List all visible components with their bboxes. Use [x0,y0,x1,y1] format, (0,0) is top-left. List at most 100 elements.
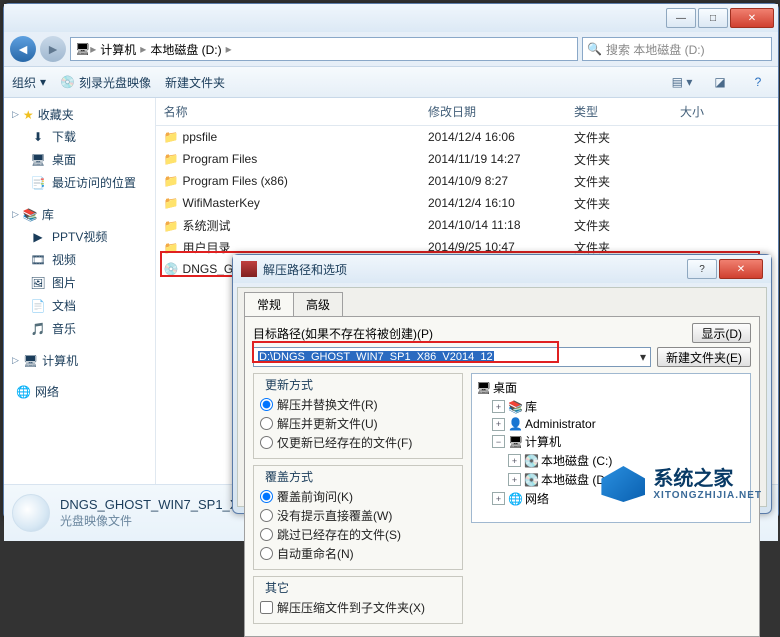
sidebar-computer[interactable]: ▷🖥计算机 [8,350,151,371]
sidebar-item[interactable]: 🖼图片 [8,271,151,294]
new-folder-button[interactable]: 新建文件夹(E) [657,347,751,367]
opt-ask-overwrite[interactable]: 覆盖前询问(K) [260,487,456,506]
preview-pane-button[interactable]: ◪ [708,71,732,93]
dest-path-label: 目标路径(如果不存在将被创建)(P) [253,325,684,342]
folder-icon: 📁 [164,130,179,144]
file-row[interactable]: 📁Program Files (x86)2014/10/9 8:27文件夹 [156,170,778,192]
folder-icon: 📁 [164,219,179,233]
sidebar-item[interactable]: 📑最近访问的位置 [8,171,151,194]
breadcrumb[interactable]: 计算机 [96,41,140,58]
folder-icon: 📁 [164,196,179,210]
computer-icon: 🖥 [23,354,38,368]
sidebar-item[interactable]: 🎞视频 [8,248,151,271]
opt-update-existing[interactable]: 仅更新已经存在的文件(F) [260,433,456,452]
view-button[interactable]: ▤ ▾ [670,71,694,93]
address-bar[interactable]: 🖥 ▸ 计算机 ▸ 本地磁盘 (D:) ▸ [70,37,578,61]
sidebar-item[interactable]: 🖥桌面 [8,148,151,171]
item-icon: 📑 [30,176,46,190]
help-button[interactable]: ? [746,71,770,93]
nav-bar: ◄ ► 🖥 ▸ 计算机 ▸ 本地磁盘 (D:) ▸ 🔍 搜索 本地磁盘 (D:) [4,32,778,66]
tab-advanced[interactable]: 高级 [293,292,343,316]
sidebar-item[interactable]: ▶PPTV视频 [8,225,151,248]
sidebar-favorites[interactable]: ▷★收藏夹 [8,104,151,125]
sidebar-libraries[interactable]: ▷📚库 [8,204,151,225]
update-mode-group: 更新方式 解压并替换文件(R) 解压并更新文件(U) 仅更新已经存在的文件(F) [253,373,463,459]
status-filetype: 光盘映像文件 [60,512,249,529]
forward-button[interactable]: ► [40,36,66,62]
group-legend: 其它 [262,579,292,596]
misc-group: 其它 解压压缩文件到子文件夹(X) [253,576,463,624]
search-icon: 🔍 [587,42,602,56]
status-filename: DNGS_GHOST_WIN7_SP1_X... [60,497,249,512]
back-button[interactable]: ◄ [10,36,36,62]
sidebar-item[interactable]: 🎵音乐 [8,317,151,340]
col-size[interactable]: 大小 [672,98,778,125]
dest-path-value: D:\DNGS_GHOST_WIN7_SP1_X86_V2014_12 [258,351,494,363]
dialog-help-button[interactable]: ? [687,259,717,279]
item-icon: ⬇ [30,130,46,144]
opt-skip-existing[interactable]: 跳过已经存在的文件(S) [260,525,456,544]
disc-icon: 💿 [60,75,75,89]
column-headers[interactable]: 名称 修改日期 类型 大小 [156,98,778,126]
item-icon: 🖥 [30,153,46,167]
watermark-logo-icon [601,466,645,502]
group-legend: 覆盖方式 [262,468,316,485]
tab-general[interactable]: 常规 [244,292,294,316]
tree-desktop[interactable]: 🖥桌面 [476,378,746,397]
folder-icon: 📁 [164,241,179,255]
sidebar-network[interactable]: 🌐网络 [8,381,151,402]
group-legend: 更新方式 [262,376,316,393]
burn-button[interactable]: 💿刻录光盘映像 [60,74,151,91]
file-row[interactable]: 📁ppsfile2014/12/4 16:06文件夹 [156,126,778,148]
overwrite-mode-group: 覆盖方式 覆盖前询问(K) 没有提示直接覆盖(W) 跳过已经存在的文件(S) 自… [253,465,463,570]
dialog-close-button[interactable]: ✕ [719,259,763,279]
star-icon: ★ [23,108,34,122]
file-row[interactable]: 📁系统测试2014/10/14 11:18文件夹 [156,214,778,236]
sidebar-item[interactable]: ⬇下载 [8,125,151,148]
col-type[interactable]: 类型 [566,98,672,125]
item-icon: 🖼 [30,276,46,290]
show-button[interactable]: 显示(D) [692,323,751,343]
tree-computer[interactable]: −🖥计算机 [476,432,746,451]
sidebar: ▷★收藏夹 ⬇下载🖥桌面📑最近访问的位置 ▷📚库 ▶PPTV视频🎞视频🖼图片📄文… [4,98,156,484]
tree-admin[interactable]: +👤Administrator [476,416,746,432]
close-button[interactable]: ✕ [730,8,774,28]
dialog-tabs: 常规 高级 [238,288,766,316]
maximize-button[interactable]: □ [698,8,728,28]
opt-no-prompt[interactable]: 没有提示直接覆盖(W) [260,506,456,525]
search-input[interactable]: 🔍 搜索 本地磁盘 (D:) [582,37,772,61]
new-folder-button[interactable]: 新建文件夹 [165,74,225,91]
dialog-titlebar[interactable]: 解压路径和选项 ? ✕ [233,255,771,283]
col-date[interactable]: 修改日期 [420,98,566,125]
opt-auto-rename[interactable]: 自动重命名(N) [260,544,456,563]
organize-button[interactable]: 组织 ▾ [12,74,46,91]
disc-thumb-icon [12,494,50,532]
file-row[interactable]: 📁Program Files2014/11/19 14:27文件夹 [156,148,778,170]
opt-extract-replace[interactable]: 解压并替换文件(R) [260,395,456,414]
dialog-title: 解压路径和选项 [263,261,685,278]
library-icon: 📚 [23,208,38,222]
item-icon: 📄 [30,299,46,313]
sidebar-item[interactable]: 📄文档 [8,294,151,317]
toolbar: 组织 ▾ 💿刻录光盘映像 新建文件夹 ▤ ▾ ◪ ? [4,66,778,98]
archive-icon [241,261,257,277]
breadcrumb[interactable]: 本地磁盘 (D:) [146,41,225,58]
watermark-en: XITONGZHIJIA.NET [653,490,762,501]
opt-subfolder[interactable]: 解压压缩文件到子文件夹(X) [260,598,456,617]
computer-icon: 🖥 [75,42,90,56]
col-name[interactable]: 名称 [156,98,420,125]
dest-path-input[interactable]: D:\DNGS_GHOST_WIN7_SP1_X86_V2014_12 ▾ [253,347,651,367]
file-row[interactable]: 📁WifiMasterKey2014/12/4 16:10文件夹 [156,192,778,214]
folder-icon: 📁 [164,174,179,188]
tree-libraries[interactable]: +📚库 [476,397,746,416]
minimize-button[interactable]: — [666,8,696,28]
watermark-cn: 系统之家 [653,468,762,490]
opt-extract-update[interactable]: 解压并更新文件(U) [260,414,456,433]
network-icon: 🌐 [16,385,31,399]
search-placeholder: 搜索 本地磁盘 (D:) [606,41,705,58]
folder-icon: 📁 [164,152,179,166]
dropdown-icon[interactable]: ▾ [640,350,646,364]
titlebar[interactable]: — □ ✕ [4,4,778,32]
disc-icon: 💿 [164,262,179,276]
item-icon: 🎞 [30,253,46,267]
